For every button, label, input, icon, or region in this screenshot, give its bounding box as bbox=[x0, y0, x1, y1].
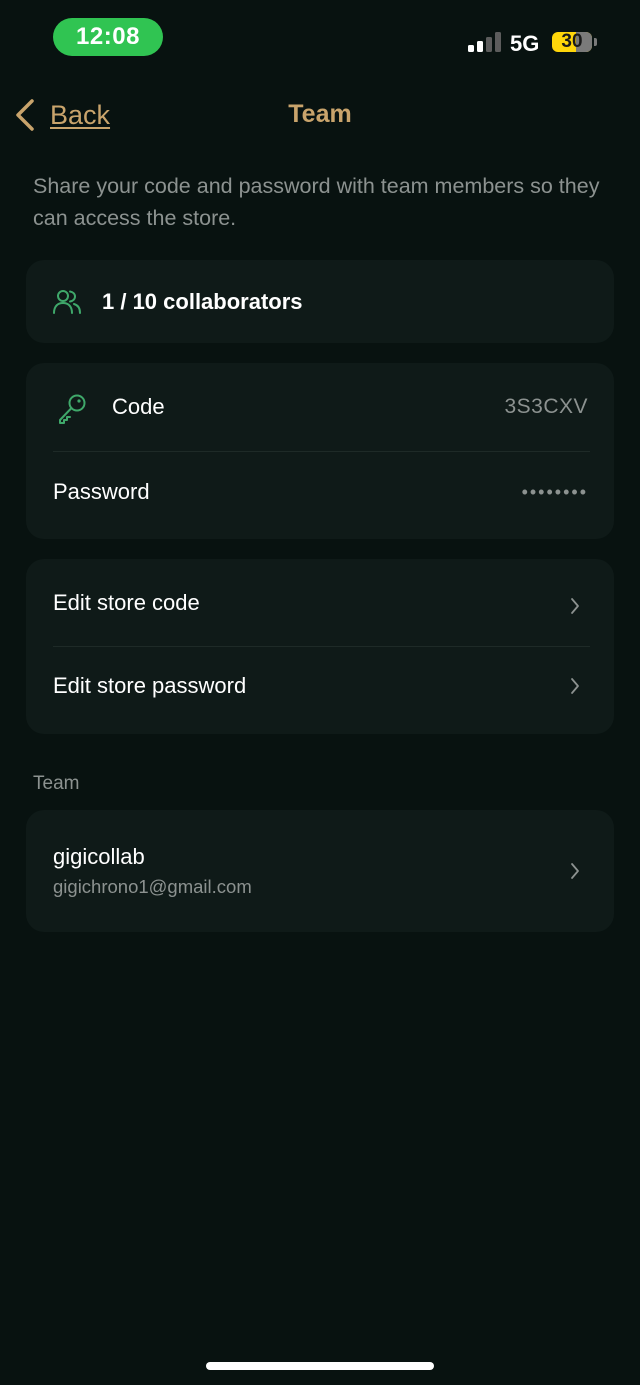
chevron-right-icon bbox=[571, 678, 579, 694]
store-settings-card: Edit store code Edit store password bbox=[26, 559, 614, 734]
users-icon bbox=[53, 290, 81, 314]
code-row: Code 3S3CXV bbox=[26, 363, 614, 451]
code-label: Code bbox=[112, 394, 165, 419]
password-row: Password •••••••• bbox=[26, 452, 614, 532]
description-text: Share your code and password with team m… bbox=[33, 174, 600, 230]
team-member-card[interactable]: gigicollab gigichrono1@gmail.com bbox=[26, 810, 614, 932]
edit-store-code-label: Edit store code bbox=[53, 589, 200, 615]
collaborators-count: 1 / 10 collaborators bbox=[102, 288, 303, 314]
home-indicator[interactable] bbox=[206, 1362, 434, 1370]
edit-store-password-label: Edit store password bbox=[53, 673, 247, 698]
edit-store-password-row[interactable]: Edit store password bbox=[26, 647, 614, 725]
status-time: 12:08 bbox=[53, 18, 163, 56]
network-type: 5G bbox=[510, 31, 540, 56]
battery-level: 30 bbox=[561, 31, 583, 52]
password-value[interactable]: •••••••• bbox=[522, 482, 588, 503]
chevron-right-icon bbox=[571, 598, 579, 614]
edit-store-code-row[interactable]: Edit store code bbox=[26, 559, 614, 646]
chevron-right-icon bbox=[571, 863, 579, 879]
credentials-card: Code 3S3CXV Password •••••••• bbox=[26, 363, 614, 539]
team-member-email: gigichrono1@gmail.com bbox=[53, 876, 252, 897]
key-icon bbox=[59, 394, 86, 424]
nav-bar: Back Team bbox=[0, 90, 640, 140]
battery-icon: 30 bbox=[552, 31, 592, 52]
password-label: Password bbox=[53, 479, 150, 504]
status-bar: 12:08 5G 30 bbox=[0, 0, 640, 80]
team-section-label: Team bbox=[33, 773, 80, 794]
collaborators-card: 1 / 10 collaborators bbox=[26, 260, 614, 343]
code-value[interactable]: 3S3CXV bbox=[504, 395, 588, 419]
team-member-name: gigicollab bbox=[53, 844, 145, 869]
signal-icon bbox=[468, 32, 501, 52]
battery-tip bbox=[594, 38, 597, 46]
page-title: Team bbox=[288, 100, 352, 128]
